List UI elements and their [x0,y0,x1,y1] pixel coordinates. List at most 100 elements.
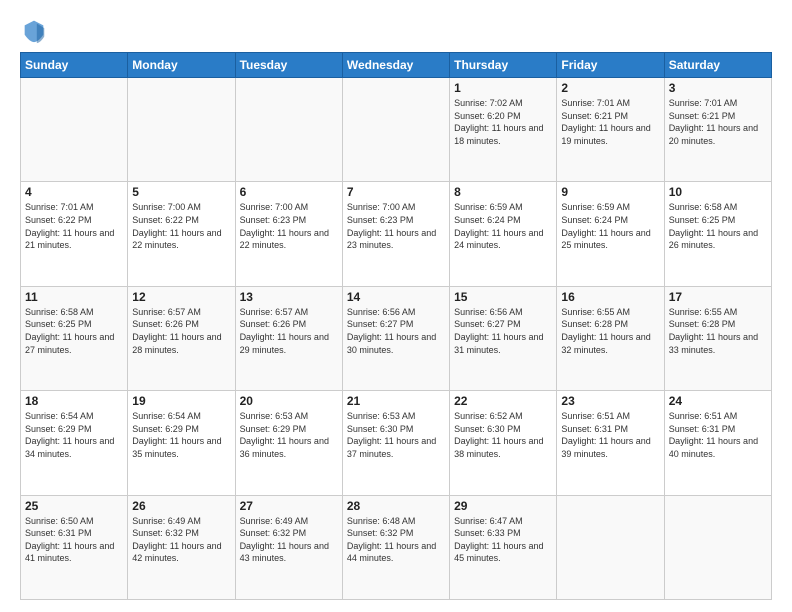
weekday-header: Wednesday [342,53,449,78]
day-info: Sunrise: 7:00 AMSunset: 6:22 PMDaylight:… [132,201,230,251]
day-info: Sunrise: 7:02 AMSunset: 6:20 PMDaylight:… [454,97,552,147]
day-number: 24 [669,394,767,408]
day-info: Sunrise: 6:57 AMSunset: 6:26 PMDaylight:… [132,306,230,356]
calendar-cell: 22 Sunrise: 6:52 AMSunset: 6:30 PMDayligh… [450,391,557,495]
day-info: Sunrise: 6:58 AMSunset: 6:25 PMDaylight:… [25,306,123,356]
day-number: 29 [454,499,552,513]
day-info: Sunrise: 6:56 AMSunset: 6:27 PMDaylight:… [347,306,445,356]
calendar-cell: 24 Sunrise: 6:51 AMSunset: 6:31 PMDayligh… [664,391,771,495]
day-number: 4 [25,185,123,199]
page-header [20,16,772,44]
day-number: 26 [132,499,230,513]
day-number: 2 [561,81,659,95]
day-number: 5 [132,185,230,199]
calendar-cell: 15 Sunrise: 6:56 AMSunset: 6:27 PMDayligh… [450,286,557,390]
logo [20,16,52,44]
day-number: 22 [454,394,552,408]
day-info: Sunrise: 6:52 AMSunset: 6:30 PMDaylight:… [454,410,552,460]
day-number: 16 [561,290,659,304]
calendar-cell [557,495,664,599]
calendar-cell: 20Sunrise: 6:53 AMSunset: 6:29 PMDayligh… [235,391,342,495]
day-info: Sunrise: 7:01 AMSunset: 6:21 PMDaylight:… [561,97,659,147]
day-info: Sunrise: 6:51 AMSunset: 6:31 PMDaylight:… [561,410,659,460]
day-number: 25 [25,499,123,513]
calendar-cell: 18 Sunrise: 6:54 AMSunset: 6:29 PMDayligh… [21,391,128,495]
day-info: Sunrise: 6:55 AMSunset: 6:28 PMDaylight:… [561,306,659,356]
day-info: Sunrise: 6:53 AMSunset: 6:29 PMDaylight:… [240,410,338,460]
weekday-header: Monday [128,53,235,78]
day-number: 18 [25,394,123,408]
calendar-cell: 25 Sunrise: 6:50 AMSunset: 6:31 PMDayligh… [21,495,128,599]
weekday-header: Thursday [450,53,557,78]
day-info: Sunrise: 7:00 AMSunset: 6:23 PMDaylight:… [240,201,338,251]
calendar-cell [21,78,128,182]
day-info: Sunrise: 6:53 AMSunset: 6:30 PMDaylight:… [347,410,445,460]
calendar-cell: 2 Sunrise: 7:01 AMSunset: 6:21 PMDaylight… [557,78,664,182]
day-info: Sunrise: 6:54 AMSunset: 6:29 PMDaylight:… [132,410,230,460]
day-number: 6 [240,185,338,199]
calendar-cell: 19 Sunrise: 6:54 AMSunset: 6:29 PMDayligh… [128,391,235,495]
day-number: 1 [454,81,552,95]
day-number: 19 [132,394,230,408]
day-number: 8 [454,185,552,199]
day-info: Sunrise: 7:01 AMSunset: 6:21 PMDaylight:… [669,97,767,147]
calendar-cell: 27 Sunrise: 6:49 AMSunset: 6:32 PMDayligh… [235,495,342,599]
day-info: Sunrise: 6:58 AMSunset: 6:25 PMDaylight:… [669,201,767,251]
day-info: Sunrise: 6:59 AMSunset: 6:24 PMDaylight:… [454,201,552,251]
calendar-cell: 21 Sunrise: 6:53 AMSunset: 6:30 PMDayligh… [342,391,449,495]
day-info: Sunrise: 6:50 AMSunset: 6:31 PMDaylight:… [25,515,123,565]
calendar-cell: 3 Sunrise: 7:01 AMSunset: 6:21 PMDaylight… [664,78,771,182]
calendar-cell: 1 Sunrise: 7:02 AMSunset: 6:20 PMDaylight… [450,78,557,182]
day-number: 12 [132,290,230,304]
calendar-week-row: 4Sunrise: 7:01 AMSunset: 6:22 PMDaylight… [21,182,772,286]
calendar-cell: 23 Sunrise: 6:51 AMSunset: 6:31 PMDayligh… [557,391,664,495]
calendar-cell: 17 Sunrise: 6:55 AMSunset: 6:28 PMDayligh… [664,286,771,390]
weekday-header: Tuesday [235,53,342,78]
day-number: 23 [561,394,659,408]
day-number: 21 [347,394,445,408]
day-number: 7 [347,185,445,199]
calendar-table: SundayMondayTuesdayWednesdayThursdayFrid… [20,52,772,600]
calendar-week-row: 25 Sunrise: 6:50 AMSunset: 6:31 PMDayligh… [21,495,772,599]
day-number: 17 [669,290,767,304]
day-info: Sunrise: 6:51 AMSunset: 6:31 PMDaylight:… [669,410,767,460]
calendar-cell [128,78,235,182]
weekday-header: Saturday [664,53,771,78]
calendar-cell [342,78,449,182]
calendar-header: SundayMondayTuesdayWednesdayThursdayFrid… [21,53,772,78]
calendar-cell [664,495,771,599]
calendar-cell: 26 Sunrise: 6:49 AMSunset: 6:32 PMDayligh… [128,495,235,599]
calendar-cell [235,78,342,182]
logo-icon [20,16,48,44]
day-info: Sunrise: 6:49 AMSunset: 6:32 PMDaylight:… [132,515,230,565]
day-info: Sunrise: 6:55 AMSunset: 6:28 PMDaylight:… [669,306,767,356]
calendar-cell: 11 Sunrise: 6:58 AMSunset: 6:25 PMDayligh… [21,286,128,390]
day-number: 11 [25,290,123,304]
weekday-header: Friday [557,53,664,78]
day-number: 9 [561,185,659,199]
day-number: 27 [240,499,338,513]
calendar-cell: 29 Sunrise: 6:47 AMSunset: 6:33 PMDayligh… [450,495,557,599]
day-info: Sunrise: 6:49 AMSunset: 6:32 PMDaylight:… [240,515,338,565]
calendar-cell: 13 Sunrise: 6:57 AMSunset: 6:26 PMDayligh… [235,286,342,390]
calendar-cell: 4Sunrise: 7:01 AMSunset: 6:22 PMDaylight… [21,182,128,286]
day-info: Sunrise: 6:47 AMSunset: 6:33 PMDaylight:… [454,515,552,565]
day-info: Sunrise: 6:59 AMSunset: 6:24 PMDaylight:… [561,201,659,251]
day-info: Sunrise: 6:54 AMSunset: 6:29 PMDaylight:… [25,410,123,460]
calendar-cell: 9 Sunrise: 6:59 AMSunset: 6:24 PMDaylight… [557,182,664,286]
calendar-cell: 14Sunrise: 6:56 AMSunset: 6:27 PMDayligh… [342,286,449,390]
calendar-week-row: 1 Sunrise: 7:02 AMSunset: 6:20 PMDaylight… [21,78,772,182]
calendar-cell: 28Sunrise: 6:48 AMSunset: 6:32 PMDayligh… [342,495,449,599]
day-number: 3 [669,81,767,95]
calendar-week-row: 11 Sunrise: 6:58 AMSunset: 6:25 PMDayligh… [21,286,772,390]
day-info: Sunrise: 6:56 AMSunset: 6:27 PMDaylight:… [454,306,552,356]
calendar-cell: 7 Sunrise: 7:00 AMSunset: 6:23 PMDaylight… [342,182,449,286]
day-info: Sunrise: 6:57 AMSunset: 6:26 PMDaylight:… [240,306,338,356]
day-number: 15 [454,290,552,304]
calendar-week-row: 18 Sunrise: 6:54 AMSunset: 6:29 PMDayligh… [21,391,772,495]
day-info: Sunrise: 6:48 AMSunset: 6:32 PMDaylight:… [347,515,445,565]
calendar-cell: 10 Sunrise: 6:58 AMSunset: 6:25 PMDayligh… [664,182,771,286]
day-info: Sunrise: 7:00 AMSunset: 6:23 PMDaylight:… [347,201,445,251]
day-number: 10 [669,185,767,199]
day-number: 13 [240,290,338,304]
